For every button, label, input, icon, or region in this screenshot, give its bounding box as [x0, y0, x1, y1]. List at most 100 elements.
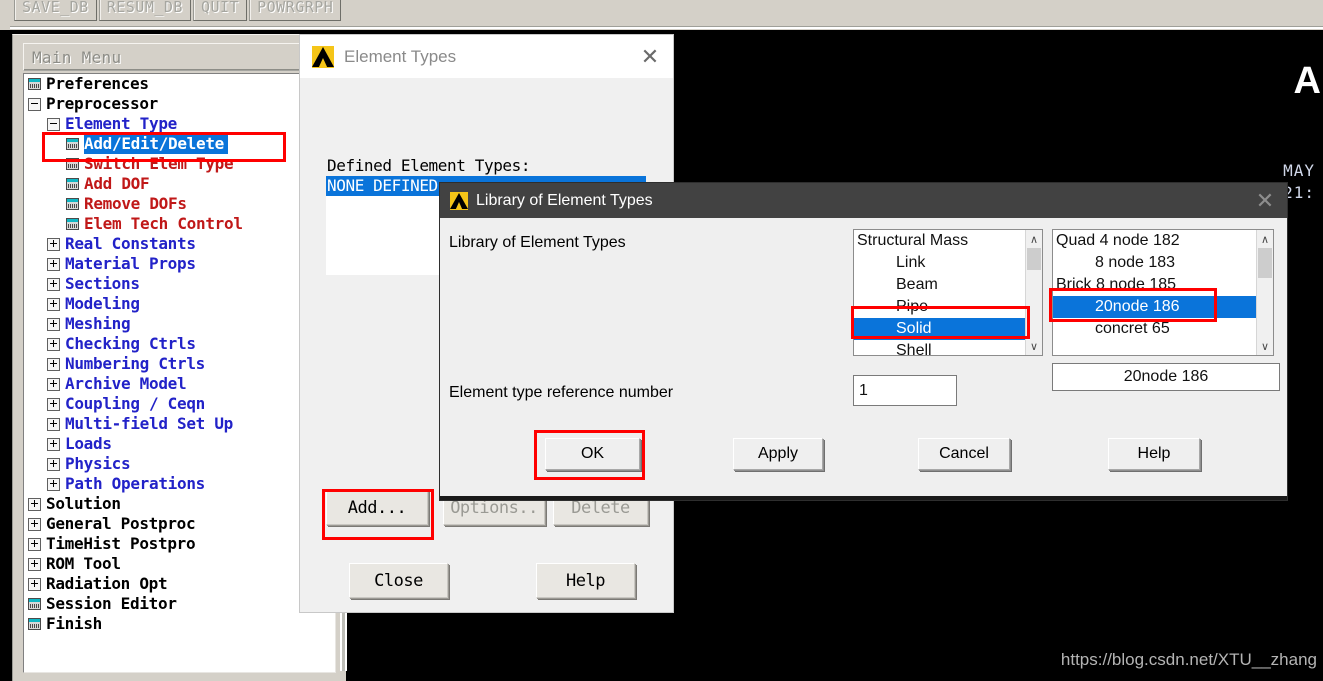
- tree-item-elem-tech-control[interactable]: Elem Tech Control: [24, 214, 335, 234]
- expand-icon[interactable]: [28, 517, 41, 531]
- tree-item-label: Finish: [46, 614, 102, 633]
- expand-icon[interactable]: [28, 557, 41, 571]
- tree-item-rom-tool[interactable]: ROM Tool: [24, 554, 335, 574]
- apply-button[interactable]: Apply: [733, 438, 823, 470]
- tree-item-radiation-opt[interactable]: Radiation Opt: [24, 574, 335, 594]
- element-types-titlebar[interactable]: Element Types ✕: [300, 35, 673, 78]
- expand-icon[interactable]: [47, 397, 60, 411]
- tree-item-path-operations[interactable]: Path Operations: [24, 474, 335, 494]
- tree-item-remove-dofs[interactable]: Remove DOFs: [24, 194, 335, 214]
- tree-item-multi-field-set-up[interactable]: Multi-field Set Up: [24, 414, 335, 434]
- tree-item-add-dof[interactable]: Add DOF: [24, 174, 335, 194]
- expand-icon[interactable]: [47, 377, 60, 391]
- element-type-items[interactable]: Quad 4 node 182 8 node 183 Brick 8 node 18…: [1053, 230, 1256, 340]
- tree-item-material-props[interactable]: Material Props: [24, 254, 335, 274]
- expand-icon[interactable]: [47, 317, 60, 331]
- expand-icon[interactable]: [47, 457, 60, 471]
- list-item[interactable]: Structural Mass: [854, 230, 1025, 252]
- expand-icon[interactable]: [47, 237, 60, 251]
- list-item[interactable]: 20node 186: [1053, 296, 1256, 318]
- main-menu-tree[interactable]: Preferences Preprocessor Element Type Add/E…: [23, 73, 336, 673]
- expand-icon[interactable]: [47, 257, 60, 271]
- tree-item-label: Multi-field Set Up: [65, 414, 233, 433]
- expand-icon[interactable]: [47, 277, 60, 291]
- list-item[interactable]: Beam: [854, 274, 1025, 296]
- tree-item-finish[interactable]: Finish: [24, 614, 335, 634]
- list-item[interactable]: Shell: [854, 340, 1025, 355]
- collapse-icon[interactable]: [47, 117, 60, 131]
- tree-item-label: Coupling / Ceqn: [65, 394, 205, 413]
- scrollbar-thumb[interactable]: [1027, 248, 1041, 270]
- expand-icon[interactable]: [28, 537, 41, 551]
- tree-item-label: Preferences: [46, 74, 149, 93]
- help-button[interactable]: Help: [536, 563, 635, 598]
- tree-item-coupling-ceqn[interactable]: Coupling / Ceqn: [24, 394, 335, 414]
- list-item[interactable]: 8 node 183: [1053, 252, 1256, 274]
- tree-item-solution[interactable]: Solution: [24, 494, 335, 514]
- tree-item-numbering-ctrls[interactable]: Numbering Ctrls: [24, 354, 335, 374]
- list-item[interactable]: Quad 4 node 182: [1053, 230, 1256, 252]
- scrollbar-thumb[interactable]: [1258, 248, 1272, 278]
- collapse-icon[interactable]: [28, 97, 41, 111]
- main-menu-title: Main Menu: [32, 47, 122, 67]
- scroll-down-icon[interactable]: ∨: [1026, 338, 1042, 354]
- scroll-up-icon[interactable]: ∧: [1026, 231, 1042, 247]
- tree-item-physics[interactable]: Physics: [24, 454, 335, 474]
- tree-item-preferences[interactable]: Preferences: [24, 74, 335, 94]
- close-icon[interactable]: ✕: [1243, 183, 1287, 218]
- element-category-listbox[interactable]: Structural Mass Link Beam Pipe Solid Shell ∧ …: [853, 229, 1043, 356]
- tree-item-real-constants[interactable]: Real Constants: [24, 234, 335, 254]
- tree-item-meshing[interactable]: Meshing: [24, 314, 335, 334]
- ok-button[interactable]: OK: [545, 438, 640, 470]
- tree-item-switch-elem-type[interactable]: Switch Elem Type: [24, 154, 335, 174]
- expand-icon[interactable]: [28, 577, 41, 591]
- list-item[interactable]: Pipe: [854, 296, 1025, 318]
- tree-item-label: General Postproc: [46, 514, 196, 533]
- tree-item-add-edit-delete[interactable]: Add/Edit/Delete: [24, 134, 335, 154]
- tree-item-archive-model[interactable]: Archive Model: [24, 374, 335, 394]
- tree-item-session-editor[interactable]: Session Editor: [24, 594, 335, 614]
- type-scrollbar[interactable]: ∧ ∨: [1256, 230, 1273, 355]
- save-db-button[interactable]: SAVE_DB: [14, 0, 97, 21]
- expand-icon[interactable]: [47, 297, 60, 311]
- list-item[interactable]: concret 65: [1053, 318, 1256, 340]
- help-button[interactable]: Help: [1108, 438, 1200, 470]
- expand-icon[interactable]: [28, 497, 41, 511]
- menu-screen-icon: [66, 138, 79, 150]
- tree-item-loads[interactable]: Loads: [24, 434, 335, 454]
- expand-icon[interactable]: [47, 337, 60, 351]
- quit-button[interactable]: QUIT: [192, 0, 248, 21]
- library-section-label: Library of Element Types: [449, 234, 626, 251]
- tree-item-modeling[interactable]: Modeling: [24, 294, 335, 314]
- powrgrph-button[interactable]: POWRGRPH: [249, 0, 342, 21]
- element-type-listbox[interactable]: Quad 4 node 182 8 node 183 Brick 8 node 18…: [1052, 229, 1274, 356]
- ref-number-input[interactable]: 1: [853, 375, 957, 406]
- tree-item-checking-ctrls[interactable]: Checking Ctrls: [24, 334, 335, 354]
- expand-icon[interactable]: [47, 357, 60, 371]
- scroll-down-icon[interactable]: ∨: [1257, 338, 1273, 354]
- resum-db-button[interactable]: RESUM_DB: [98, 0, 191, 21]
- list-item[interactable]: Link: [854, 252, 1025, 274]
- scroll-up-icon[interactable]: ∧: [1257, 231, 1273, 247]
- tree-item-label: TimeHist Postpro: [46, 534, 196, 553]
- expand-icon[interactable]: [47, 417, 60, 431]
- list-item[interactable]: Solid: [854, 318, 1025, 340]
- selected-element-type-field[interactable]: 20node 186: [1052, 363, 1280, 391]
- list-item[interactable]: Brick 8 node 185: [1053, 274, 1256, 296]
- cancel-button[interactable]: Cancel: [918, 438, 1010, 470]
- close-button[interactable]: Close: [349, 563, 448, 598]
- category-scrollbar[interactable]: ∧ ∨: [1025, 230, 1042, 355]
- tree-item-sections[interactable]: Sections: [24, 274, 335, 294]
- element-category-items[interactable]: Structural Mass Link Beam Pipe Solid Shell: [854, 230, 1025, 355]
- tree-item-timehist-postpro[interactable]: TimeHist Postpro: [24, 534, 335, 554]
- tree-item-preprocessor[interactable]: Preprocessor: [24, 94, 335, 114]
- tree-item-general-postproc[interactable]: General Postproc: [24, 514, 335, 534]
- expand-icon[interactable]: [47, 437, 60, 451]
- expand-icon[interactable]: [47, 477, 60, 491]
- close-icon[interactable]: ✕: [627, 35, 673, 78]
- ansys-application-window: A MAY 21: https://blog.csdn.net/XTU__zha…: [0, 0, 1323, 681]
- tree-item-element-type[interactable]: Element Type: [24, 114, 335, 134]
- library-titlebar[interactable]: Library of Element Types ✕: [440, 183, 1287, 218]
- tree-item-label: Modeling: [65, 294, 140, 313]
- add-button[interactable]: Add...: [326, 490, 428, 525]
